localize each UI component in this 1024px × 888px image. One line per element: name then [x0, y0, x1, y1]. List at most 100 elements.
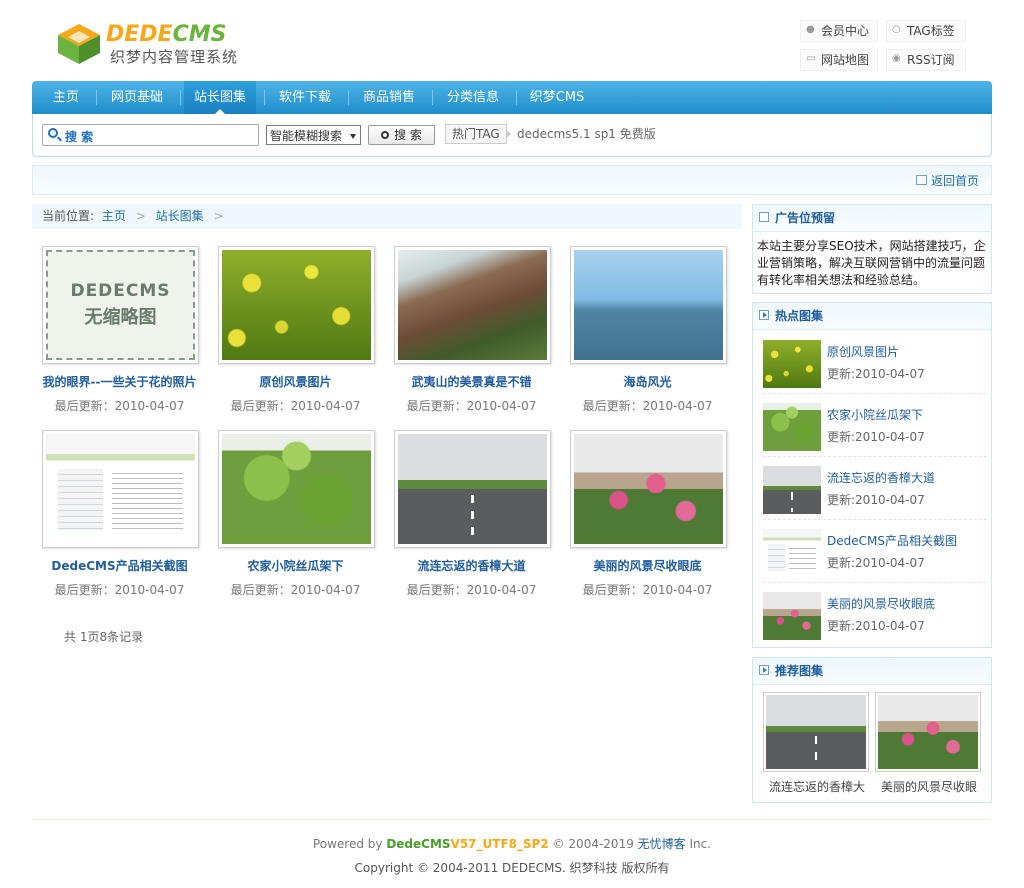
vines-image: [222, 434, 371, 544]
ad-box: 广告位预留 本站主要分享SEO技术，网站搭建技巧，企业营销策略，解决互联网营销中…: [752, 204, 992, 294]
back-home-link[interactable]: 返回首页: [915, 172, 979, 189]
flowers-image[interactable]: [763, 340, 821, 388]
blog-link[interactable]: 无忧博客: [638, 837, 686, 851]
road-image: [398, 434, 547, 544]
rss-link[interactable]: ◉ RSS订阅: [886, 49, 966, 71]
gallery-thumbnail[interactable]: DEDECMS 无缩略图: [42, 246, 199, 364]
gallery-thumbnail[interactable]: [394, 246, 551, 364]
hot-item-date: 更新:2010-04-07: [827, 619, 925, 633]
gallery-title[interactable]: 海岛风光: [560, 373, 735, 390]
nav-divider: [432, 90, 433, 105]
nav-divider: [348, 90, 349, 105]
nav-dedecms[interactable]: 织梦CMS: [522, 81, 592, 114]
search-button-label: 搜 索: [394, 128, 422, 142]
chevron-down-icon: [350, 134, 356, 139]
search-mode-select[interactable]: 智能模糊搜索: [266, 125, 361, 145]
hot-item-title[interactable]: DedeCMS产品相关截图: [827, 532, 957, 549]
gallery-title[interactable]: 美丽的风景尽收眼底: [560, 557, 735, 574]
site-logo[interactable]: DEDECMS 织梦内容管理系统: [54, 20, 254, 68]
gallery-date: 最后更新：2010-04-07: [582, 399, 713, 413]
hot-tag-link[interactable]: dedecms5.1 sp1 免费版: [517, 125, 656, 142]
hot-gallery-title: 热点图集: [775, 309, 824, 323]
copyright-years: © 2004-2019: [552, 837, 634, 851]
brand-name: DedeCMS: [386, 837, 451, 851]
tulip-image: [574, 434, 723, 544]
hot-gallery-item[interactable]: 农家小院丝瓜架下 更新:2010-04-07: [763, 398, 987, 457]
logo-cube-icon: [58, 24, 100, 64]
gallery-thumbnail[interactable]: [42, 430, 199, 548]
flowers-image: [222, 250, 371, 360]
gallery-thumbnail[interactable]: [218, 246, 375, 364]
recommend-thumbnail[interactable]: [875, 692, 981, 772]
hot-item-date: 更新:2010-04-07: [827, 430, 925, 444]
search-input[interactable]: 搜 索: [42, 124, 259, 146]
breadcrumb-prefix: 当前位置:: [42, 209, 95, 223]
hot-item-date: 更新:2010-04-07: [827, 493, 925, 507]
nav-downloads[interactable]: 软件下载: [270, 81, 340, 114]
nav-divider: [180, 90, 181, 105]
hot-item-title[interactable]: 流连忘返的香樟大道: [827, 469, 935, 486]
user-icon: ●: [806, 24, 815, 35]
gallery-date: 最后更新：2010-04-07: [54, 583, 185, 597]
recommend-thumbnail[interactable]: [763, 692, 869, 772]
nav-gallery[interactable]: 站长图集: [184, 81, 256, 114]
nav-shop[interactable]: 商品销售: [354, 81, 424, 114]
tulip-image[interactable]: [763, 592, 821, 640]
breadcrumb-gallery[interactable]: 站长图集: [156, 209, 204, 223]
gallery-title[interactable]: 我的眼界--一些关于花的照片: [32, 373, 207, 390]
member-center-link[interactable]: ● 会员中心: [800, 20, 878, 42]
gallery-title[interactable]: 农家小院丝瓜架下: [208, 557, 383, 574]
brand-link[interactable]: DedeCMSV57_UTF8_SP2: [386, 837, 548, 851]
screenshot-image[interactable]: [763, 529, 821, 577]
road-image[interactable]: [763, 466, 821, 514]
gallery-title[interactable]: 原创风景图片: [208, 373, 383, 390]
home-icon: [915, 175, 927, 185]
recommend-item-title[interactable]: 流连忘返的香樟大: [763, 778, 871, 795]
hot-gallery-item[interactable]: DedeCMS产品相关截图 更新:2010-04-07: [763, 524, 987, 583]
hot-item-title[interactable]: 美丽的风景尽收眼底: [827, 595, 935, 612]
footer-divider: [32, 819, 990, 820]
gallery-thumbnail[interactable]: [394, 430, 551, 548]
hot-item-title[interactable]: 农家小院丝瓜架下: [827, 406, 923, 423]
gallery-date: 最后更新：2010-04-07: [406, 399, 537, 413]
gallery-title[interactable]: DedeCMS产品相关截图: [32, 557, 207, 574]
hot-item-title[interactable]: 原创风景图片: [827, 343, 899, 360]
ad-box-header: 广告位预留: [753, 205, 991, 232]
gallery-thumbnail[interactable]: [570, 246, 727, 364]
nav-web-basics[interactable]: 网页基础: [102, 81, 172, 114]
play-icon: [759, 665, 769, 675]
hot-item-date: 更新:2010-04-07: [827, 556, 925, 570]
nav-classifieds[interactable]: 分类信息: [438, 81, 508, 114]
gallery-title[interactable]: 武夷山的美景真是不错: [384, 373, 559, 390]
nav-home[interactable]: 主页: [42, 81, 90, 114]
logo-wordmark: DEDECMS: [106, 22, 227, 47]
tag-link[interactable]: ○ TAG标签: [886, 20, 966, 42]
search-button[interactable]: 搜 索: [368, 125, 435, 145]
mountain-image: [398, 250, 547, 360]
gallery-title[interactable]: 流连忘返的香樟大道: [384, 557, 559, 574]
ad-text: 本站主要分享SEO技术，网站搭建技巧，企业营销策略，解决互联网营销中的流量问题有…: [757, 239, 986, 287]
sitemap-label: 网站地图: [821, 53, 870, 67]
recommend-title: 推荐图集: [775, 664, 824, 678]
recommend-item-title[interactable]: 美丽的风景尽收眼: [875, 778, 983, 795]
nav-gallery-label: 站长图集: [193, 90, 246, 105]
breadcrumb: 当前位置: 主页 > 站长图集 >: [32, 204, 742, 229]
sitemap-link[interactable]: ▭ 网站地图: [800, 49, 878, 71]
gallery-thumbnail[interactable]: [218, 430, 375, 548]
main-nav: 主页 网页基础 站长图集 软件下载 商品销售 分类信息 织梦CMS: [32, 81, 992, 114]
brand-version: V57_UTF8_SP2: [450, 837, 549, 851]
hot-gallery-item[interactable]: 美丽的风景尽收眼底 更新:2010-04-07: [763, 587, 987, 645]
recommend-box: 推荐图集 流连忘返的香樟大 美丽的风景尽收眼: [752, 657, 992, 803]
ad-box-title: 广告位预留: [775, 211, 836, 225]
breadcrumb-separator: >: [213, 209, 224, 223]
hot-gallery-item[interactable]: 原创风景图片 更新:2010-04-07: [763, 335, 987, 394]
map-icon: ▭: [806, 53, 816, 64]
gallery-thumbnail[interactable]: [570, 430, 727, 548]
vines-image[interactable]: [763, 403, 821, 451]
gallery-date: 最后更新：2010-04-07: [230, 583, 361, 597]
breadcrumb-home[interactable]: 主页: [102, 209, 126, 223]
logo-subtitle: 织梦内容管理系统: [110, 48, 239, 66]
hot-gallery-item[interactable]: 流连忘返的香樟大道 更新:2010-04-07: [763, 461, 987, 520]
breadcrumb-separator: >: [135, 209, 146, 223]
gallery-date: 最后更新：2010-04-07: [406, 583, 537, 597]
